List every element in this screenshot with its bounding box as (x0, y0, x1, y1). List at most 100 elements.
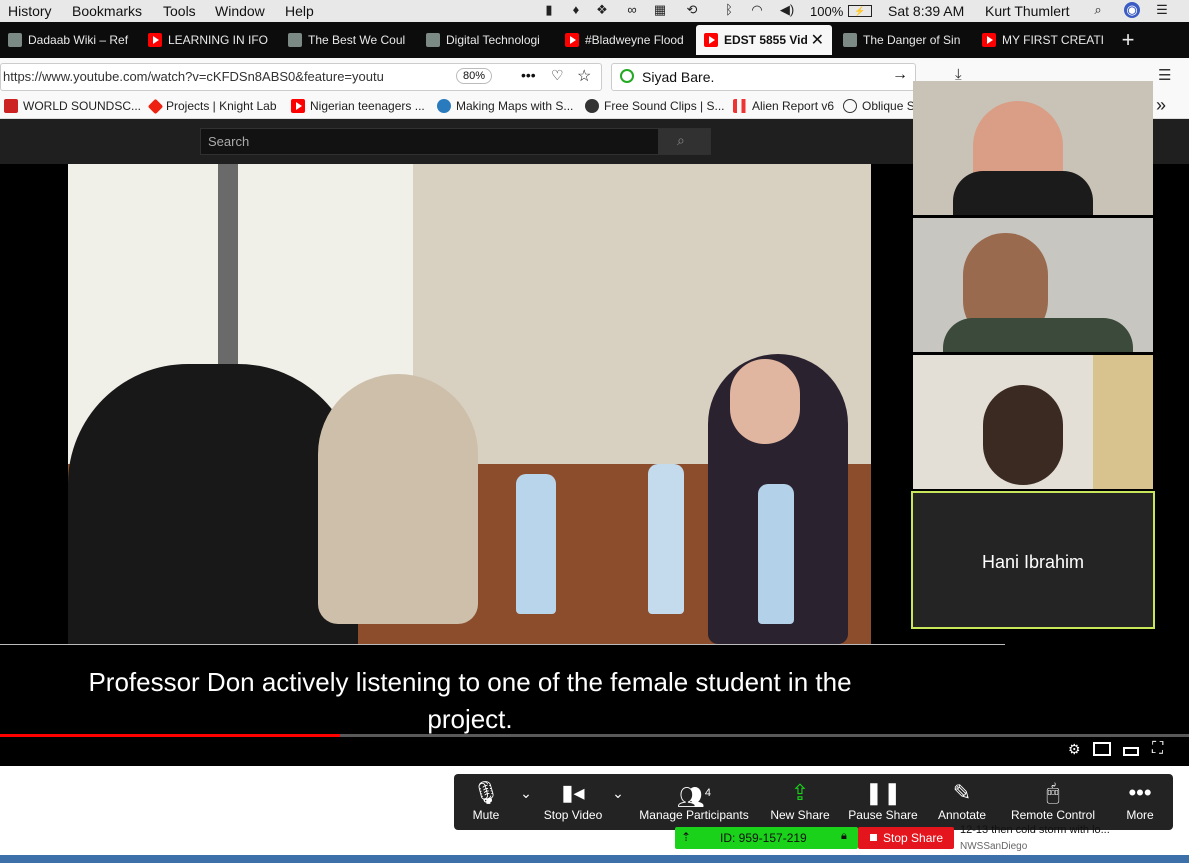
search-input[interactable]: Siyad Bare. (642, 69, 714, 85)
video-camera-icon[interactable]: ▮ (541, 2, 557, 18)
zoom-toolbar: 🎙︎ Mute ⌄ ▮◂ Stop Video ⌄ 👥︎4 Manage Parti… (454, 774, 1173, 830)
new-tab-button[interactable]: + (1115, 25, 1141, 55)
miniplayer-icon[interactable] (1093, 742, 1111, 756)
youtube-search-input[interactable]: Search (200, 128, 660, 155)
user-name[interactable]: Kurt Thumlert (985, 3, 1070, 19)
hamburger-menu-icon[interactable]: ☰ (1158, 66, 1171, 84)
image-icon (8, 33, 22, 47)
bookmark-making-maps[interactable]: Making Maps with S... (437, 99, 573, 113)
mute-button[interactable]: 🎙︎ Mute (464, 778, 508, 828)
remote-control-button[interactable]: 🖱︎ Remote Control (1006, 778, 1100, 828)
ellipsis-icon: ••• (1128, 780, 1152, 805)
bookmark-star-icon[interactable]: ☆ (577, 66, 591, 86)
battery-percent: 100% (810, 4, 844, 19)
water-bottle (648, 464, 684, 614)
tab-dadaab-wiki[interactable]: Dadaab Wiki – Ref (0, 25, 138, 55)
creative-cloud-icon[interactable]: ∞ (624, 2, 640, 18)
participant-video-1[interactable] (913, 81, 1153, 215)
microphone-icon[interactable]: ♦ (568, 2, 584, 18)
battery-icon[interactable]: ⚡ (848, 5, 872, 17)
bookmark-free-sound-clips[interactable]: Free Sound Clips | S... (585, 99, 725, 113)
participant-video-3[interactable] (913, 355, 1153, 489)
bookmark-knight-lab[interactable]: Projects | Knight Lab (147, 98, 277, 114)
participants-count: 4 (704, 787, 712, 799)
spotlight-search-icon[interactable]: ⌕ (1090, 2, 1106, 18)
chevron-down-icon: ⌄ (520, 785, 532, 801)
curtain (1093, 355, 1153, 489)
close-tab-icon[interactable]: ✕ (811, 30, 824, 50)
menu-bookmarks[interactable]: Bookmarks (72, 3, 142, 19)
tab-danger-of-single[interactable]: The Danger of Sin (835, 25, 973, 55)
time-machine-icon[interactable]: ⟲ (684, 2, 700, 18)
video-camera-icon: ▮◂ (561, 780, 585, 805)
search-engine-icon[interactable] (620, 69, 634, 83)
meeting-id: ID: 959-157-219 (720, 831, 807, 845)
tab-edst-5855[interactable]: EDST 5855 Vid ✕ (696, 25, 832, 55)
participant-video-2[interactable] (913, 218, 1153, 352)
meeting-id-bar[interactable]: ⇡ ID: 959-157-219 🔒︎ (675, 827, 858, 849)
settings-gear-icon[interactable]: ⚙ (1068, 741, 1081, 758)
participant-body (953, 171, 1093, 215)
youtube-icon (982, 33, 996, 47)
tab-my-first-creation[interactable]: MY FIRST CREATI (974, 25, 1108, 55)
divider (0, 644, 1005, 645)
url-bar[interactable]: https://www.youtube.com/watch?v=cKFDSn8A… (0, 63, 602, 91)
tab-label: The Danger of Sin (863, 33, 961, 47)
menu-window[interactable]: Window (215, 3, 265, 19)
stop-share-button[interactable]: Stop Share (858, 827, 954, 849)
tab-bladweyne-flood[interactable]: #Bladweyne Flood (557, 25, 695, 55)
participant-tile-active[interactable]: Hani Ibrahim (911, 491, 1155, 629)
manage-participants-button[interactable]: 👥︎4 Manage Participants (634, 778, 754, 828)
menu-tools[interactable]: Tools (163, 3, 196, 19)
dropbox-icon[interactable]: ❖ (594, 2, 610, 18)
knightlab-icon (147, 98, 164, 114)
audio-options-button[interactable]: ⌄ (514, 778, 538, 828)
progress-bar[interactable] (0, 734, 1189, 737)
notification-source: NWSSanDiego (960, 841, 1028, 852)
clock[interactable]: Sat 8:39 AM (888, 3, 964, 19)
participant-name: Hani Ibrahim (981, 552, 1085, 572)
image-icon (288, 33, 302, 47)
person-left (68, 364, 358, 644)
url-text[interactable]: https://www.youtube.com/watch?v=cKFDSn8A… (3, 69, 443, 84)
notification-center-icon[interactable]: ☰ (1154, 2, 1170, 18)
new-share-button[interactable]: ⇪ New Share (763, 778, 837, 828)
tab-label: MY FIRST CREATI (1002, 33, 1105, 47)
fullscreen-icon[interactable]: ⛶ (1152, 740, 1163, 758)
theater-mode-icon[interactable] (1123, 747, 1139, 756)
bluetooth-icon[interactable]: ᛒ (721, 2, 737, 18)
more-button[interactable]: ••• More (1118, 778, 1162, 828)
youtube-search-button[interactable]: ⌕ (658, 128, 711, 155)
video-frame (68, 164, 871, 644)
stop-video-button[interactable]: ▮◂ Stop Video (540, 778, 606, 828)
zoom-level-badge[interactable]: 80% (456, 68, 493, 84)
search-bar[interactable]: Siyad Bare. → (611, 63, 916, 91)
bookmark-oblique[interactable]: Oblique S (843, 99, 915, 113)
tab-label: #Bladweyne Flood (585, 33, 684, 47)
tab-label: Digital Technologi (446, 33, 540, 47)
menu-history[interactable]: History (8, 3, 52, 19)
film-icon[interactable]: ▦ (652, 2, 668, 18)
tab-best-we-could[interactable]: The Best We Coul (280, 25, 418, 55)
stop-icon (870, 834, 877, 841)
bookmark-nigerian-teenagers[interactable]: Nigerian teenagers ... (291, 99, 425, 113)
menu-help[interactable]: Help (285, 3, 314, 19)
wifi-icon[interactable]: ◠ (749, 2, 765, 18)
siri-icon[interactable]: ◉ (1124, 2, 1140, 18)
more-bookmarks-icon[interactable]: » (1156, 95, 1166, 116)
go-arrow-icon[interactable]: → (892, 66, 908, 84)
bookmark-world-soundscape[interactable]: WORLD SOUNDSC... (4, 99, 141, 113)
notification-text[interactable]: 12-13 then cold storm with lo... (960, 824, 1110, 836)
video-options-button[interactable]: ⌄ (606, 778, 630, 828)
pause-share-button[interactable]: ❚❚ Pause Share (846, 778, 920, 828)
soundbible-icon (585, 99, 599, 113)
page-actions-icon[interactable]: ••• (521, 67, 536, 83)
annotate-button[interactable]: ✎ Annotate (932, 778, 992, 828)
face (730, 359, 800, 444)
volume-icon[interactable]: ◀) (779, 2, 795, 18)
progress-fill (0, 734, 341, 737)
pocket-icon[interactable]: ♡ (551, 67, 564, 84)
bookmark-alien-report[interactable]: Alien Report v6 (733, 99, 834, 113)
tab-learning-in-ifo[interactable]: LEARNING IN IFO (140, 25, 278, 55)
tab-digital-technologies[interactable]: Digital Technologi (418, 25, 556, 55)
